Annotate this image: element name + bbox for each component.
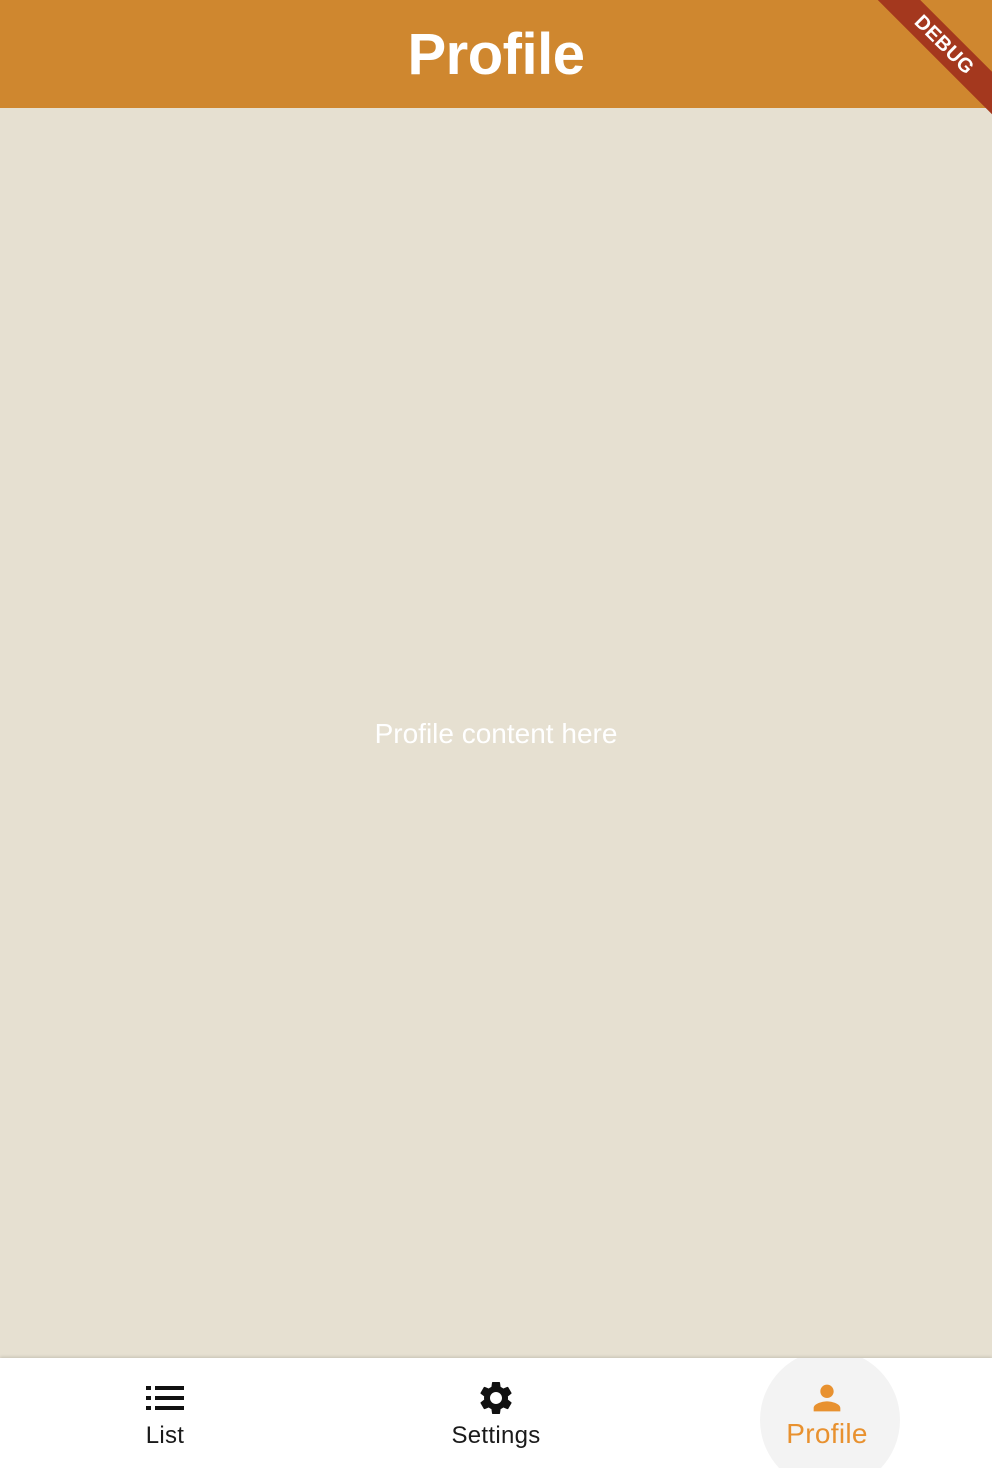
main-content: Profile content here — [0, 108, 992, 1358]
gear-icon — [476, 1378, 516, 1418]
nav-item-list[interactable]: List — [0, 1358, 330, 1468]
app-bar: Profile — [0, 0, 992, 108]
bottom-navigation-bar: List Settings Profile — [0, 1358, 992, 1468]
app-root: Profile DEBUG Profile content here List — [0, 0, 992, 1468]
nav-item-list-label: List — [145, 1422, 185, 1449]
page-title: Profile — [407, 21, 586, 87]
profile-content-text: Profile content here — [374, 718, 618, 749]
nav-item-settings[interactable]: Settings — [331, 1358, 661, 1468]
nav-item-profile-label: Profile — [786, 1418, 868, 1449]
nav-item-profile[interactable]: Profile — [662, 1358, 992, 1468]
nav-item-settings-label: Settings — [451, 1422, 541, 1449]
person-icon — [807, 1378, 847, 1418]
list-icon — [145, 1378, 185, 1418]
